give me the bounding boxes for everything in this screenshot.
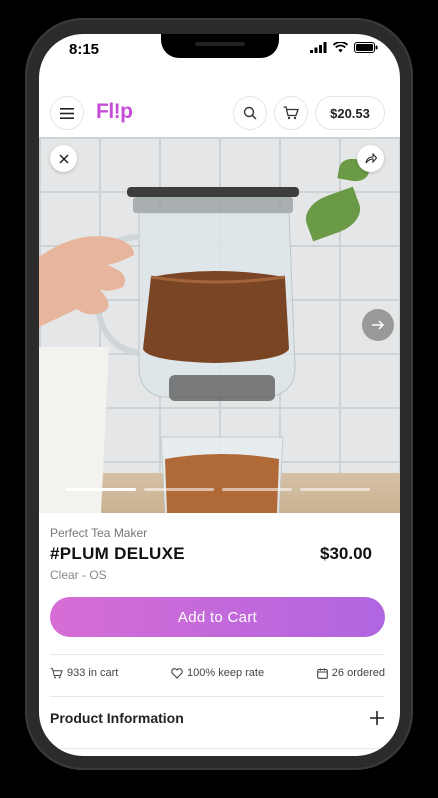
divider [50,696,385,697]
add-to-cart-button[interactable]: Add to Cart [50,597,385,637]
arrow-right-icon [372,320,385,330]
product-information-toggle[interactable]: Product Information [50,710,385,726]
product-brand[interactable]: Perfect Tea Maker [50,526,147,540]
signal-icon [310,42,327,53]
close-button[interactable] [50,145,77,172]
close-icon [58,153,69,164]
notch [161,34,279,58]
status-time: 8:15 [69,41,100,58]
divider [50,748,385,749]
plus-icon[interactable] [369,710,385,726]
product-stats: 933 in cart 100% keep rate 26 ordered [50,667,385,679]
status-icons [310,42,378,53]
progress-segment [66,488,136,491]
product-name: #PLUM DELUXE [50,544,185,563]
stat-keep-rate: 100% keep rate [171,667,264,679]
search-icon [243,106,257,120]
tea-maker-illustration [39,187,299,513]
wifi-icon [333,42,348,53]
balance-pill[interactable]: $20.53 [315,96,385,130]
cart-icon [50,667,63,678]
image-progress [66,488,370,491]
progress-segment [222,488,292,491]
stat-ordered: 26 ordered [316,667,385,679]
product-information-title: Product Information [50,710,184,726]
share-icon [365,153,377,164]
app-screen: 8:15 Fl!p $20.53 Perfect Tea Maker #PLUM… [39,34,400,756]
progress-segment [144,488,214,491]
heart-icon [171,667,183,679]
progress-segment [300,488,370,491]
ordered-text: 26 ordered [331,667,385,679]
product-image[interactable] [39,137,400,513]
cart-button[interactable] [274,96,308,130]
product-price: $30.00 [320,544,372,563]
in-cart-text: 933 in cart [67,667,119,679]
app-header: Fl!p $20.53 [39,92,400,136]
next-image-button[interactable] [362,309,394,341]
cart-icon [283,106,299,120]
battery-icon [354,42,378,53]
hamburger-icon [60,107,74,119]
product-variant: Clear - OS [50,568,107,582]
search-button[interactable] [233,96,267,130]
package-icon [316,668,328,679]
stat-in-cart: 933 in cart [50,667,118,679]
flip-logo[interactable]: Fl!p [96,100,133,124]
divider [50,654,385,655]
share-button[interactable] [357,145,384,172]
keep-rate-text: 100% keep rate [187,667,265,679]
menu-button[interactable] [50,96,84,130]
